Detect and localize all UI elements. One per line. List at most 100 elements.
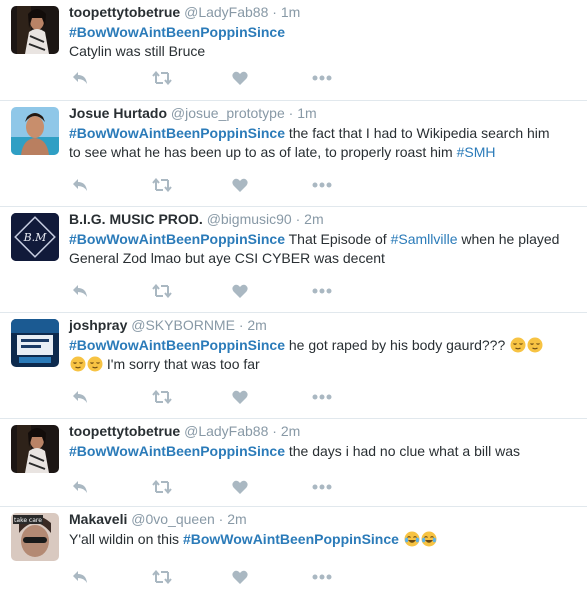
display-name[interactable]: B.I.G. MUSIC PROD. [69,211,203,227]
tweet-actions [72,282,392,300]
timestamp[interactable]: 1m [281,4,300,20]
tweet[interactable]: Josue Hurtado @josue_prototype · 1m #Bow… [0,101,587,207]
like-icon [232,390,248,404]
relieved-face-emoji [70,356,86,372]
relieved-face-emoji [87,356,103,372]
like-icon [232,570,248,584]
like-button[interactable] [232,282,312,300]
user-handle[interactable]: @0vo_queen [131,511,215,527]
hashtag-link[interactable]: #BowWowAintBeenPoppinSince [183,531,399,547]
avatar[interactable] [11,107,59,155]
tweet[interactable]: B.M B.I.G. MUSIC PROD. @bigmusic90 · 2m … [0,207,587,313]
retweet-button[interactable] [152,69,232,87]
separator-dot: · [238,317,244,333]
like-button[interactable] [232,568,312,586]
tweet-actions [72,388,392,406]
like-button[interactable] [232,176,312,194]
retweet-icon [152,284,172,298]
tweet-text: #BowWowAintBeenPoppinSince That Episode … [69,230,579,268]
tweet-text: #BowWowAintBeenPoppinSince the fact that… [69,124,579,162]
hashtag-link[interactable]: #BowWowAintBeenPoppinSince [69,337,285,353]
tweet-text: #BowWowAintBeenPoppinSince the days i ha… [69,442,579,461]
display-name[interactable]: joshpray [69,317,127,333]
separator-dot: · [218,511,224,527]
reply-button[interactable] [72,176,152,194]
tweet[interactable]: take care Makaveli @0vo_queen · 2m Y'all… [0,507,587,599]
timestamp[interactable]: 2m [281,423,300,439]
retweet-button[interactable] [152,388,232,406]
hashtag-link[interactable]: #SMH [457,144,496,160]
separator-dot: · [272,4,277,20]
reply-button[interactable] [72,478,152,496]
tweet-text-segment: when he played [457,231,560,247]
retweet-button[interactable] [152,282,232,300]
display-name[interactable]: Makaveli [69,511,127,527]
retweet-button[interactable] [152,176,232,194]
tweet[interactable]: toopettytobetrue @LadyFab88 · 2m #BowWow… [0,419,587,507]
hashtag-link[interactable]: #BowWowAintBeenPoppinSince [69,125,285,141]
tweet-actions [72,69,392,87]
relieved-face-emoji [510,337,526,353]
tweet[interactable]: toopettytobetrue @LadyFab88 · 1m #BowWow… [0,0,587,101]
more-button[interactable] [312,69,392,87]
retweet-icon [152,480,172,494]
more-button[interactable] [312,478,392,496]
avatar[interactable]: take care [11,513,59,561]
like-icon [232,480,248,494]
more-button[interactable] [312,388,392,406]
display-name[interactable]: toopettytobetrue [69,423,180,439]
user-handle[interactable]: @LadyFab88 [184,4,268,20]
like-button[interactable] [232,69,312,87]
user-handle[interactable]: @bigmusic90 [207,211,292,227]
avatar[interactable]: B.M [11,213,59,261]
tweet-text: Y'all wildin on this #BowWowAintBeenPopp… [69,530,579,549]
reply-button[interactable] [72,388,152,406]
like-button[interactable] [232,478,312,496]
user-handle[interactable]: @LadyFab88 [184,423,268,439]
hashtag-link[interactable]: #BowWowAintBeenPoppinSince [69,231,285,247]
reply-icon [73,481,87,493]
reply-icon [73,72,87,84]
retweet-icon [152,570,172,584]
tweet-text-segment: the days i had no clue what a bill was [284,443,521,459]
tweet-text-line: Catylin was still Bruce [69,43,206,59]
avatar[interactable] [11,6,59,54]
display-name[interactable]: toopettytobetrue [69,4,180,20]
hashtag-link[interactable]: #Samllville [391,231,458,247]
tweet-text-segment: the fact that I had to Wikipedia search … [284,125,550,141]
like-button[interactable] [232,388,312,406]
tweet[interactable]: joshpray @SKYBORNME · 2m #BowWowAintBeen… [0,313,587,419]
timestamp[interactable]: 2m [227,511,246,527]
reply-icon [73,179,87,191]
more-icon [312,288,332,294]
more-button[interactable] [312,282,392,300]
more-icon [312,394,332,400]
tweet-text-line: I'm sorry that was too far [103,356,260,372]
display-name[interactable]: Josue Hurtado [69,105,167,121]
hashtag-link[interactable]: #BowWowAintBeenPoppinSince [69,443,285,459]
like-icon [232,178,248,192]
tweet-feed: toopettytobetrue @LadyFab88 · 1m #BowWow… [0,0,587,599]
hashtag-link[interactable]: #BowWowAintBeenPoppinSince [69,24,285,40]
timestamp[interactable]: 1m [297,105,316,121]
retweet-button[interactable] [152,568,232,586]
tweet-text-line: General Zod lmao but aye CSI CYBER was d… [69,250,385,266]
user-handle[interactable]: @SKYBORNME [131,317,235,333]
reply-button[interactable] [72,568,152,586]
avatar-caption: take care [14,517,42,524]
avatar[interactable] [11,425,59,473]
reply-button[interactable] [72,69,152,87]
retweet-icon [152,390,172,404]
retweet-button[interactable] [152,478,232,496]
reply-button[interactable] [72,282,152,300]
more-button[interactable] [312,176,392,194]
user-handle[interactable]: @josue_prototype [171,105,285,121]
avatar[interactable] [11,319,59,367]
reply-icon [73,285,87,297]
tweet-actions [72,176,392,194]
timestamp[interactable]: 2m [247,317,266,333]
more-button[interactable] [312,568,392,586]
reply-icon [73,391,87,403]
timestamp[interactable]: 2m [304,211,323,227]
like-icon [232,284,248,298]
